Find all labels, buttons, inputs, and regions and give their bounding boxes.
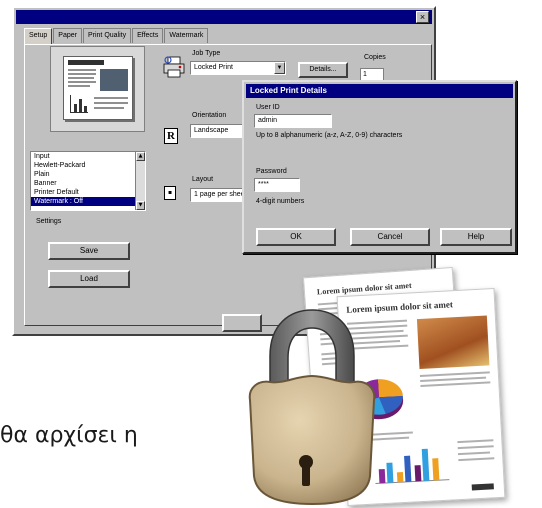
user-id-hint: Up to 8 alphanumeric (a-z, A-Z, 0-9) cha… [256, 132, 403, 139]
cancel-button[interactable]: Cancel [350, 228, 430, 246]
tab-watermark[interactable]: Watermark [164, 28, 209, 43]
layout-value: 1 page per sheet [194, 191, 247, 198]
list-item[interactable]: Plain [31, 170, 145, 179]
dialog-title: Locked Print Details [246, 84, 513, 98]
load-button[interactable]: Load [48, 270, 130, 288]
layout-icon: ▪ [164, 186, 176, 200]
job-type-label: Job Type [192, 50, 221, 57]
ok-button[interactable]: OK [256, 228, 336, 246]
window-title-bar: × [16, 10, 432, 24]
chevron-down-icon[interactable]: ▼ [274, 62, 285, 74]
page-preview [50, 46, 145, 132]
list-item[interactable]: Hewlett-Packard [31, 161, 145, 170]
password-hint: 4-digit numbers [256, 198, 305, 205]
scroll-down-icon[interactable]: ▼ [136, 201, 145, 210]
padlock-icon [248, 309, 376, 506]
settings-label: Settings [36, 218, 62, 225]
tab-paper[interactable]: Paper [53, 28, 82, 43]
tab-strip: Setup Paper Print Quality Effects Waterm… [24, 28, 209, 44]
help-button[interactable]: Help [440, 228, 512, 246]
list-item[interactable]: Input [31, 152, 145, 161]
preview-page-thumbnail [63, 56, 133, 120]
password-value: **** [258, 181, 269, 188]
scroll-up-icon[interactable]: ▲ [136, 152, 145, 161]
close-icon[interactable]: × [416, 11, 429, 23]
user-id-label: User ID [256, 104, 280, 111]
list-item[interactable]: Printer Default [31, 188, 145, 197]
listbox-scrollbar[interactable]: ▲ ▼ [135, 152, 145, 210]
bar-chart-graphic [375, 448, 450, 485]
user-id-field[interactable]: admin [254, 114, 332, 128]
layout-label: Layout [192, 176, 214, 183]
user-id-value: admin [258, 117, 278, 124]
list-item-selected[interactable]: Watermark : Off [31, 197, 145, 206]
locked-print-dialog: Locked Print Details User ID admin Up to… [242, 80, 517, 254]
password-field[interactable]: **** [254, 178, 300, 192]
list-item[interactable]: Banner [31, 179, 145, 188]
save-button[interactable]: Save [48, 242, 130, 260]
tab-print-quality[interactable]: Print Quality [82, 28, 132, 43]
document-logo [471, 483, 494, 491]
presets-listbox[interactable]: Input Hewlett-Packard Plain Banner Print… [30, 151, 146, 211]
printer-icon [163, 56, 185, 78]
orientation-value: Landscape [194, 127, 229, 134]
copies-value: 1 [363, 71, 367, 78]
caption-text: θα αρχίσει η [0, 423, 138, 448]
password-label: Password [256, 168, 287, 175]
job-type-select[interactable]: Locked Print ▼ [190, 61, 286, 75]
orientation-label: Orientation [192, 112, 227, 119]
details-button[interactable]: Details... [298, 62, 348, 78]
orientation-icon: R [164, 128, 178, 144]
copies-label: Copies [364, 54, 386, 61]
document-photo [416, 315, 490, 370]
tab-effects[interactable]: Effects [132, 28, 164, 43]
job-type-value: Locked Print [194, 64, 233, 71]
tab-setup[interactable]: Setup [24, 28, 53, 44]
